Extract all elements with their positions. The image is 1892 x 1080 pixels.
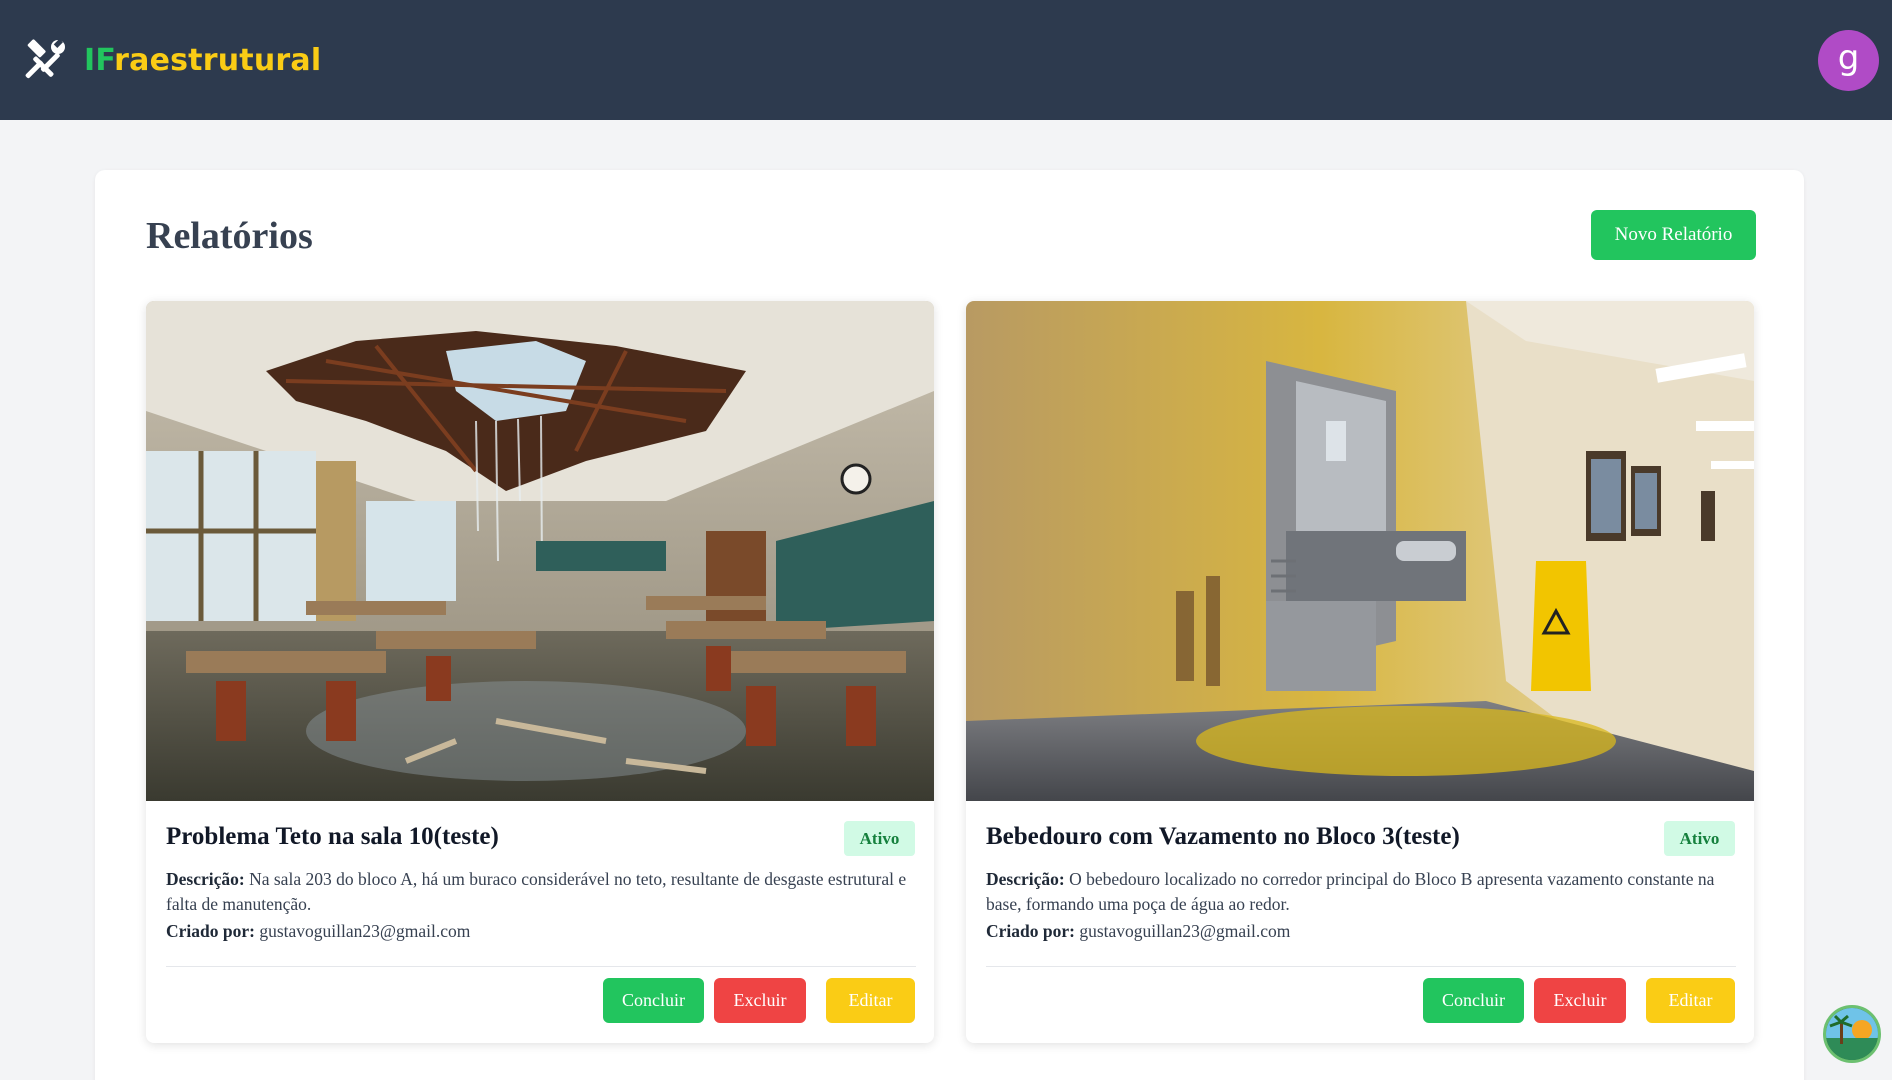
divider xyxy=(166,966,916,967)
status-badge: Ativo xyxy=(844,821,915,856)
creator-label: Criado por: xyxy=(166,921,255,941)
report-creator: Criado por: gustavoguillan23@gmail.com xyxy=(166,921,470,942)
brand-prefix: IF xyxy=(84,42,115,78)
water-fountain-leak-photo xyxy=(966,301,1754,801)
description-label: Descrição: xyxy=(986,869,1065,889)
new-report-button[interactable]: Novo Relatório xyxy=(1591,210,1756,260)
classroom-ceiling-damage-photo xyxy=(146,301,934,801)
report-card: Bebedouro com Vazamento no Bloco 3(teste… xyxy=(966,301,1754,1043)
delete-button[interactable]: Excluir xyxy=(714,978,806,1023)
reports-panel: Relatórios Novo Relatório Problema Teto … xyxy=(95,170,1804,1080)
tools-icon xyxy=(24,38,68,82)
description-label: Descrição: xyxy=(166,869,245,889)
top-navbar: IFraestrutural g xyxy=(0,0,1892,120)
floating-assistant-button[interactable] xyxy=(1823,1005,1881,1063)
description-text: Na sala 203 do bloco A, há um buraco con… xyxy=(166,869,907,914)
creator-label: Criado por: xyxy=(986,921,1075,941)
edit-button[interactable]: Editar xyxy=(1646,978,1735,1023)
report-title: Bebedouro com Vazamento no Bloco 3(teste… xyxy=(986,823,1460,850)
beach-icon xyxy=(1826,1008,1878,1060)
description-text: O bebedouro localizado no corredor princ… xyxy=(986,869,1715,914)
complete-button[interactable]: Concluir xyxy=(603,978,704,1023)
report-title: Problema Teto na sala 10(teste) xyxy=(166,823,499,850)
status-badge: Ativo xyxy=(1664,821,1735,856)
brand-name: IFraestrutural xyxy=(84,43,321,78)
report-description: Descrição: O bebedouro localizado no cor… xyxy=(986,867,1736,917)
creator-email: gustavoguillan23@gmail.com xyxy=(1079,921,1291,941)
divider xyxy=(986,966,1736,967)
brand-suffix: raestrutural xyxy=(114,42,322,78)
creator-email: gustavoguillan23@gmail.com xyxy=(259,921,471,941)
report-description: Descrição: Na sala 203 do bloco A, há um… xyxy=(166,867,916,917)
edit-button[interactable]: Editar xyxy=(826,978,915,1023)
complete-button[interactable]: Concluir xyxy=(1423,978,1524,1023)
report-creator: Criado por: gustavoguillan23@gmail.com xyxy=(986,921,1290,942)
report-card: Problema Teto na sala 10(teste) Ativo De… xyxy=(146,301,934,1043)
user-avatar[interactable]: g xyxy=(1818,30,1879,91)
page-title: Relatórios xyxy=(146,215,313,257)
brand[interactable]: IFraestrutural xyxy=(24,38,321,82)
delete-button[interactable]: Excluir xyxy=(1534,978,1626,1023)
